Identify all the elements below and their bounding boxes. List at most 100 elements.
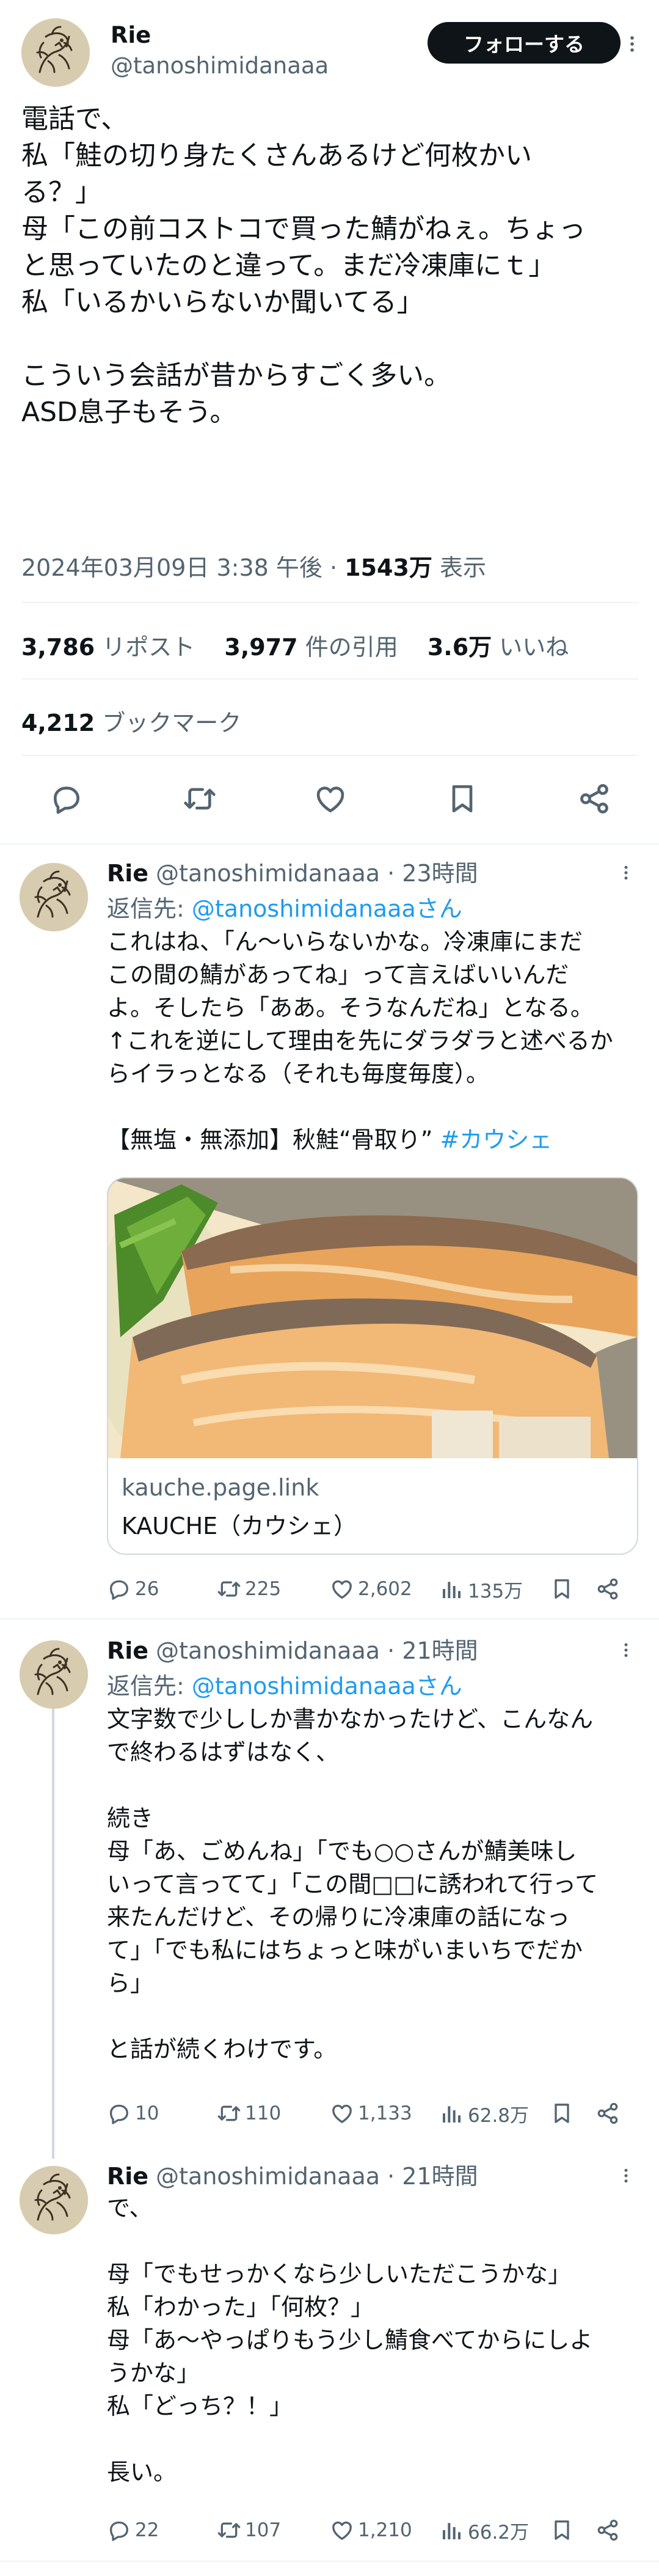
more-options-button[interactable]: [614, 1638, 638, 1662]
reply-button[interactable]: 22: [107, 2515, 159, 2545]
reply-text-line: らイラっとなる（それも毎度毎度）。: [107, 1060, 489, 1087]
share-button[interactable]: [595, 2099, 620, 2128]
bookmark-icon: [550, 2518, 574, 2542]
likes-stat[interactable]: 3.6万 いいね: [428, 634, 591, 661]
like-button[interactable]: 1,210: [330, 2515, 412, 2545]
repost-count: 225: [245, 1578, 282, 1600]
reply-text-line: うかな」: [107, 2360, 200, 2387]
reply-text-line: と話が続くわけです。: [107, 2036, 337, 2063]
reply-text-line: よ。そしたら「ああ。そうなんだね」となる。: [107, 994, 594, 1021]
author-handle[interactable]: @tanoshimidanaaa: [111, 53, 329, 79]
avatar-dragon-icon: [20, 863, 88, 931]
share-button[interactable]: [595, 2515, 620, 2545]
repost-count: 107: [245, 2519, 282, 2541]
replying-to-link[interactable]: @tanoshimidanaaaさん: [192, 895, 462, 922]
views-icon: [440, 2101, 464, 2126]
replying-to: 返信先: @tanoshimidanaaaさん: [107, 1667, 462, 1701]
reply-text-line: 母「あ、ごめんね」「でも○○さんが鯖美味し: [107, 1838, 577, 1865]
reply-text-line: ら」: [107, 1970, 154, 1997]
main-tweet-header: Rie @tanoshimidanaaa フォローする: [21, 18, 638, 89]
share-button[interactable]: [575, 779, 614, 818]
views-button[interactable]: 66.2万: [440, 2515, 529, 2545]
repost-icon: [183, 782, 217, 816]
reply-actions: 10 110 1,133 62.8万: [107, 2099, 638, 2128]
quotes-stat[interactable]: 3,977 件の引用: [224, 634, 420, 661]
replying-to: 返信先: @tanoshimidanaaaさん: [107, 890, 462, 923]
reply-text-line: 【無塩・無添加】秋鮭“骨取り” #カウシェ: [107, 1123, 644, 1156]
reply-button[interactable]: 10: [107, 2099, 159, 2128]
author-handle-time[interactable]: @tanoshimidanaaa · 23時間: [156, 860, 478, 887]
reply-text-line: 私「どっち？！」: [107, 2393, 293, 2420]
author-name[interactable]: Rie: [107, 1637, 148, 1664]
views-count: 62.8万: [468, 2104, 530, 2127]
reply-text-line: 長い。: [107, 2459, 177, 2486]
avatar[interactable]: [20, 2166, 88, 2234]
reply-button[interactable]: [47, 779, 86, 818]
hashtag-link[interactable]: #カウシェ: [440, 1126, 552, 1153]
like-button[interactable]: 1,133: [330, 2099, 412, 2128]
views-button[interactable]: 135万: [440, 1574, 523, 1604]
author-handle-time[interactable]: @tanoshimidanaaa · 21時間: [156, 2163, 478, 2190]
like-icon: [330, 2101, 354, 2126]
bookmark-button[interactable]: [550, 2099, 574, 2128]
avatar-dragon-icon: [20, 1640, 88, 1709]
reply-header: Rie @tanoshimidanaaa · 21時間: [107, 1632, 478, 1665]
reply-icon: [49, 782, 84, 816]
like-button[interactable]: [311, 779, 350, 818]
more-options-button[interactable]: [614, 861, 638, 885]
avatar[interactable]: [21, 18, 90, 87]
replying-to-link[interactable]: @tanoshimidanaaaさん: [192, 1673, 462, 1700]
author-name[interactable]: Rie: [107, 2163, 148, 2190]
more-options-button[interactable]: [620, 32, 644, 56]
more-icon: [617, 2167, 635, 2185]
author-handle-time[interactable]: @tanoshimidanaaa · 21時間: [156, 1637, 478, 1664]
more-options-button[interactable]: [614, 2163, 638, 2188]
reply-text-line: 母「でもせっかくなら少しいただこうかな」: [107, 2261, 572, 2288]
repost-button[interactable]: 110: [217, 2099, 281, 2128]
like-button[interactable]: 2,602: [330, 1574, 412, 1604]
bookmark-button[interactable]: [443, 779, 482, 818]
reply-button[interactable]: 26: [107, 1574, 159, 1604]
avatar[interactable]: [20, 1640, 88, 1709]
author-name[interactable]: Rie: [107, 860, 148, 887]
avatar[interactable]: [20, 863, 88, 931]
share-icon: [595, 2518, 620, 2542]
views-button[interactable]: 62.8万: [440, 2099, 529, 2128]
views-label: 表示: [440, 554, 487, 581]
tweet-meta: 2024年03月09日 3:38 午後 · 1543万 表示: [21, 549, 486, 582]
repost-button[interactable]: 107: [217, 2515, 281, 2545]
repost-button[interactable]: [180, 779, 219, 818]
reply-text: で、 母「でもせっかくなら少しいただこうかな」 私「わかった」「何枚？」 母「あ…: [107, 2192, 644, 2489]
author-name[interactable]: Rie: [111, 22, 151, 48]
reply-text-line: 文字数で少ししか書かなかったけど、こんなん: [107, 1706, 594, 1733]
bookmark-button[interactable]: [550, 1574, 574, 1604]
views-icon: [440, 1577, 464, 1601]
views-count: 66.2万: [468, 2521, 530, 2544]
follow-button[interactable]: フォローする: [428, 22, 621, 64]
reposts-stat[interactable]: 3,786 リポスト: [21, 634, 217, 661]
share-button[interactable]: [595, 1574, 620, 1604]
repost-button[interactable]: 225: [217, 1574, 281, 1604]
reply-tweet[interactable]: Rie @tanoshimidanaaa · 21時間 返信先: @tanosh…: [0, 1632, 659, 2133]
reply-text-line: 来たんだけど、その帰りに冷凍庫の話になっ: [107, 1904, 570, 1931]
bookmarks-stat[interactable]: 4,212 ブックマーク: [21, 704, 241, 738]
link-card[interactable]: kauche.page.link KAUCHE（カウシェ）: [107, 1177, 638, 1555]
like-count: 1,133: [358, 2102, 412, 2124]
bookmark-icon: [550, 1577, 574, 1601]
share-icon: [595, 2101, 620, 2126]
divider: [21, 678, 638, 680]
tweet-timestamp[interactable]: 2024年03月09日 3:38 午後: [21, 554, 322, 581]
tweet-text-line: 私「いるかいらないか聞いてる」: [21, 287, 424, 318]
reply-tweet[interactable]: Rie @tanoshimidanaaa · 21時間 で、 母「でもせっかくな…: [0, 2157, 659, 2548]
reply-tweet[interactable]: Rie @tanoshimidanaaa · 23時間 返信先: @tanosh…: [0, 854, 659, 1612]
reply-text: 文字数で少ししか書かなかったけど、こんなん で終わるはずはなく、 続き 母「あ、…: [107, 1703, 644, 2066]
reply-text: これはね、「ん〜いらないかな。冷凍庫にまだ この間の鯖があってね」って言えばいい…: [107, 925, 644, 1156]
reply-actions: 22 107 1,210 66.2万: [107, 2515, 638, 2545]
bookmark-button[interactable]: [550, 2515, 574, 2545]
repost-icon: [217, 2101, 241, 2126]
avatar-dragon-icon: [20, 2166, 88, 2234]
repost-count: 110: [245, 2102, 282, 2124]
reply-icon: [107, 1577, 131, 1601]
reply-text-line: [107, 2225, 644, 2258]
product-name: 【無塩・無添加】秋鮭“骨取り”: [107, 1126, 433, 1153]
